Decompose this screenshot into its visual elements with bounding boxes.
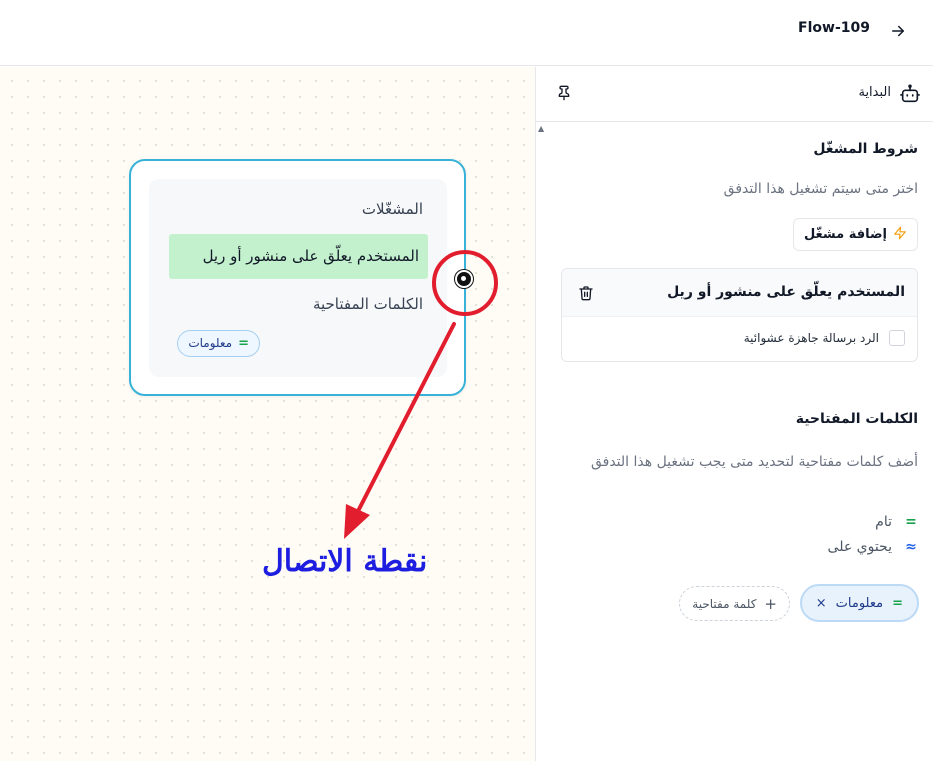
flow-canvas[interactable]: المشغّلات المستخدم يعلّق على منشور أو ري… xyxy=(0,67,535,761)
annotation-arrow-shaft xyxy=(352,322,456,521)
panel-header: البداية xyxy=(536,67,933,122)
robot-icon xyxy=(900,84,920,103)
arrow-right-icon[interactable] xyxy=(889,22,907,40)
annotation-arrow-head xyxy=(344,504,370,539)
trigger-card-header: المستخدم يعلّق على منشور أو ريل xyxy=(562,269,917,317)
match-type-exact: = تام xyxy=(875,514,918,530)
random-reply-checkbox[interactable] xyxy=(889,330,905,346)
add-keyword-button[interactable]: + كلمة مفتاحية xyxy=(679,586,790,621)
match-exact-label: تام xyxy=(875,514,892,530)
match-type-contains: ≈ يحتوي على xyxy=(828,539,918,555)
trigger-conditions-description: اختر متى سيتم تشغيل هذا التدفق xyxy=(723,181,918,197)
flow-title: Flow-109 xyxy=(798,20,870,36)
approx-icon: ≈ xyxy=(905,539,917,555)
annotation-circle xyxy=(432,250,498,316)
lightning-icon xyxy=(893,226,907,244)
trigger-card-title: المستخدم يعلّق على منشور أو ريل xyxy=(667,284,905,300)
add-keyword-label: كلمة مفتاحية xyxy=(692,596,757,611)
annotation-label: نقطة الاتصال xyxy=(262,544,428,579)
settings-panel: البداية ▲ شروط المشغّل اختر متى سيتم تشغ… xyxy=(535,67,933,761)
keywords-title: الكلمات المفتاحية xyxy=(795,411,918,427)
random-reply-option: الرد برسالة جاهزة عشوائية xyxy=(744,330,905,346)
remove-keyword-icon[interactable]: × xyxy=(816,596,827,611)
scroll-up-icon[interactable]: ▲ xyxy=(538,124,544,133)
annotation-overlay xyxy=(344,250,498,539)
trash-icon[interactable] xyxy=(578,285,594,301)
keyword-tag-label: معلومات xyxy=(835,595,884,611)
equals-icon: = xyxy=(892,595,903,611)
keyword-tag[interactable]: = معلومات × xyxy=(799,584,919,622)
panel-title: البداية xyxy=(858,85,891,100)
top-bar: Flow-109 xyxy=(0,0,933,66)
pin-icon[interactable] xyxy=(556,85,572,101)
equals-icon: = xyxy=(905,514,917,530)
keywords-description: أضف كلمات مفتاحية لتحديد متى يجب تشغيل ه… xyxy=(590,454,918,470)
match-contains-label: يحتوي على xyxy=(827,539,892,555)
plus-icon: + xyxy=(764,594,777,613)
random-reply-label: الرد برسالة جاهزة عشوائية xyxy=(743,331,879,345)
trigger-conditions-title: شروط المشغّل xyxy=(813,141,918,157)
add-trigger-label: إضافة مشغّل xyxy=(803,227,887,242)
add-trigger-button[interactable]: إضافة مشغّل xyxy=(792,218,918,251)
trigger-card: المستخدم يعلّق على منشور أو ريل الرد برس… xyxy=(561,268,918,362)
